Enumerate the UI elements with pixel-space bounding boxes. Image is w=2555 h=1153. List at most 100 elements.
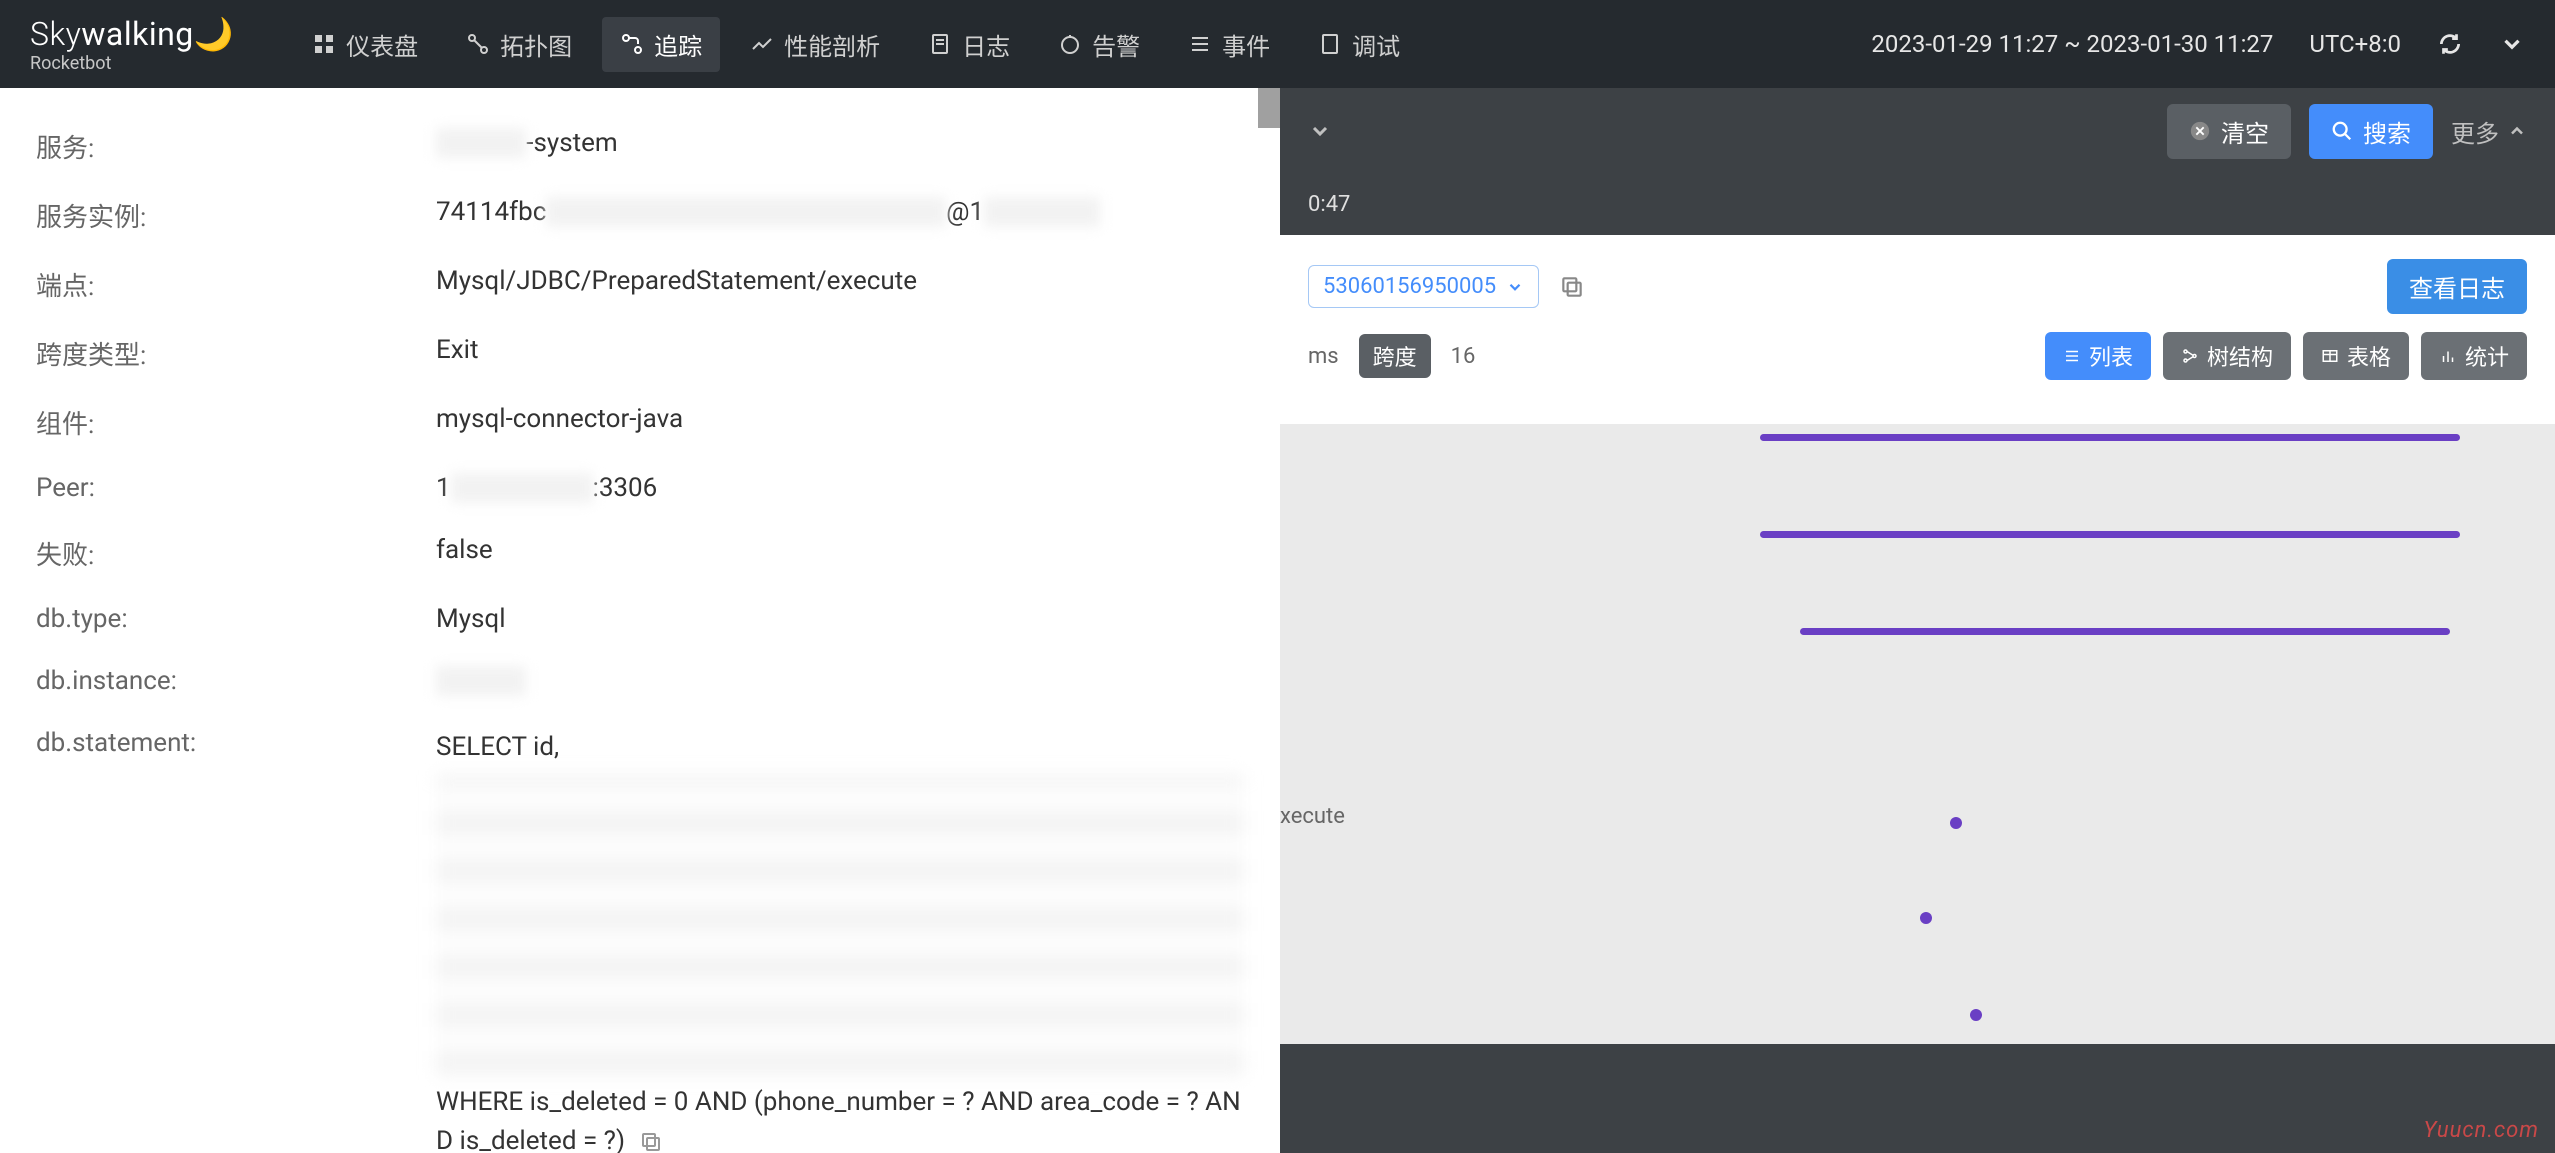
span-dot[interactable]	[1950, 817, 1962, 829]
debug-icon	[1318, 32, 1342, 56]
detail-row-peer: Peer: 1xxxxxxxxxxx:3306	[36, 457, 1244, 519]
detail-row-fail: 失败: false	[36, 519, 1244, 588]
topbar-right: 2023-01-29 11:27 ~ 2023-01-30 11:27 UTC+…	[1871, 30, 2525, 58]
trace-id-selector[interactable]: 53060156950005	[1308, 265, 1539, 308]
trace-right-area: 清空 搜索 更多 0:47 53060156950005	[1280, 88, 2555, 1153]
time-range[interactable]: 2023-01-29 11:27 ~ 2023-01-30 11:27	[1871, 30, 2273, 58]
list-icon	[2063, 347, 2081, 365]
value: 1xxxxxxxxxxx:3306	[436, 473, 1244, 503]
value: xxxxxxx-system	[436, 128, 1244, 158]
value: SELECT id, WHERE is_deleted = 0 AND (pho…	[436, 728, 1244, 1153]
copy-icon[interactable]	[1559, 274, 1585, 300]
span-detail-panel: 服务: xxxxxxx-system 服务实例: 74114fbcxxxxxxx…	[0, 88, 1280, 1153]
nav-label: 事件	[1222, 27, 1270, 62]
nav-label: 调试	[1352, 27, 1400, 62]
span-bar[interactable]	[1800, 628, 2450, 635]
nav-event[interactable]: 事件	[1170, 17, 1288, 72]
alarm-icon	[1058, 32, 1082, 56]
span-bar[interactable]	[1760, 531, 2460, 538]
detail-row-spantype: 跨度类型: Exit	[36, 319, 1244, 388]
trace-meta-row: ms 跨度 16 列表 树结构 表格	[1308, 332, 2527, 380]
nav-topology[interactable]: 拓扑图	[448, 17, 590, 72]
more-dropdown[interactable]: 更多	[2451, 114, 2527, 149]
event-icon	[1188, 32, 1212, 56]
nav-label: 追踪	[654, 27, 702, 62]
value: mysql-connector-java	[436, 404, 1244, 434]
search-label: 搜索	[2363, 114, 2411, 149]
scrollbar[interactable]	[1258, 88, 1280, 128]
label: Peer:	[36, 473, 436, 503]
nav-debug[interactable]: 调试	[1300, 17, 1418, 72]
close-circle-icon	[2189, 120, 2211, 142]
label: db.statement:	[36, 728, 436, 758]
trace-main: 53060156950005 查看日志 ms 跨度 16 列表	[1280, 235, 2555, 424]
label: 跨度类型:	[36, 335, 436, 372]
nav-trace[interactable]: 追踪	[602, 17, 720, 72]
span-dot[interactable]	[1920, 912, 1932, 924]
label: 服务实例:	[36, 197, 436, 234]
view-stat-button[interactable]: 统计	[2421, 332, 2527, 380]
nav-alarm[interactable]: 告警	[1040, 17, 1158, 72]
search-icon	[2331, 120, 2353, 142]
tree-icon	[2181, 347, 2199, 365]
clear-button[interactable]: 清空	[2167, 104, 2291, 159]
nav-label: 性能剖析	[784, 27, 880, 62]
span-dot[interactable]	[1970, 1009, 1982, 1021]
value: xxxxxxx	[436, 666, 1244, 696]
nav-dashboard[interactable]: 仪表盘	[294, 17, 436, 72]
value: Exit	[436, 335, 1244, 365]
nav-label: 仪表盘	[346, 27, 418, 62]
detail-row-component: 组件: mysql-connector-java	[36, 388, 1244, 457]
chevron-up-icon	[2507, 121, 2527, 141]
nav-label: 拓扑图	[500, 27, 572, 62]
label: 组件:	[36, 404, 436, 441]
value: false	[436, 535, 1244, 565]
nav-profile[interactable]: 性能剖析	[732, 17, 898, 72]
label: db.instance:	[36, 666, 436, 696]
timezone[interactable]: UTC+8:0	[2309, 30, 2401, 58]
logo-title: Skywalking🌙	[30, 15, 234, 53]
log-icon	[928, 32, 952, 56]
chevron-down-icon[interactable]	[2499, 31, 2525, 57]
span-pill: 跨度	[1359, 334, 1431, 378]
refresh-icon[interactable]	[2437, 31, 2463, 57]
value: Mysql	[436, 604, 1244, 634]
nav-label: 告警	[1092, 27, 1140, 62]
ms-label: ms	[1308, 344, 1339, 369]
topology-icon	[466, 32, 490, 56]
view-table-button[interactable]: 表格	[2303, 332, 2409, 380]
more-label: 更多	[2451, 114, 2499, 149]
trace-top-row: 53060156950005 查看日志	[1308, 259, 2527, 314]
label: 端点:	[36, 266, 436, 303]
view-tree-button[interactable]: 树结构	[2163, 332, 2291, 380]
logo-subtitle: Rocketbot	[30, 53, 234, 74]
detail-row-dbstatement: db.statement: SELECT id, WHERE is_delete…	[36, 712, 1244, 1153]
top-navigation: Skywalking🌙 Rocketbot 仪表盘 拓扑图 追踪 性能剖析 日志…	[0, 0, 2555, 88]
span-bar[interactable]	[1760, 434, 2460, 441]
label: 服务:	[36, 128, 436, 165]
nav-label: 日志	[962, 27, 1010, 62]
dashboard-icon	[312, 32, 336, 56]
trace-info-bar: 0:47	[1280, 174, 2555, 235]
chart-icon	[2439, 347, 2457, 365]
copy-icon[interactable]	[639, 1130, 663, 1153]
table-icon	[2321, 347, 2339, 365]
value: Mysql/JDBC/PreparedStatement/execute	[436, 266, 1244, 296]
label: db.type:	[36, 604, 436, 634]
chevron-down-icon[interactable]	[1308, 119, 1332, 143]
detail-row-endpoint: 端点: Mysql/JDBC/PreparedStatement/execute	[36, 250, 1244, 319]
span-timeline[interactable]: xecute	[1280, 424, 2555, 1044]
label: 失败:	[36, 535, 436, 572]
view-log-button[interactable]: 查看日志	[2387, 259, 2527, 314]
nav-log[interactable]: 日志	[910, 17, 1028, 72]
span-count: 16	[1451, 344, 1476, 369]
watermark: Yuucn.com	[2423, 1118, 2539, 1143]
logo: Skywalking🌙 Rocketbot	[30, 15, 234, 74]
nav-menu: 仪表盘 拓扑图 追踪 性能剖析 日志 告警 事件 调试	[294, 17, 1418, 72]
view-list-button[interactable]: 列表	[2045, 332, 2151, 380]
detail-row-instance: 服务实例: 74114fbcxxxxxxxxxxxxxxxxxxxxxxxxxx…	[36, 181, 1244, 250]
search-button[interactable]: 搜索	[2309, 104, 2433, 159]
detail-row-dbtype: db.type: Mysql	[36, 588, 1244, 650]
search-bar: 清空 搜索 更多	[1280, 88, 2555, 174]
detail-row-service: 服务: xxxxxxx-system	[36, 112, 1244, 181]
